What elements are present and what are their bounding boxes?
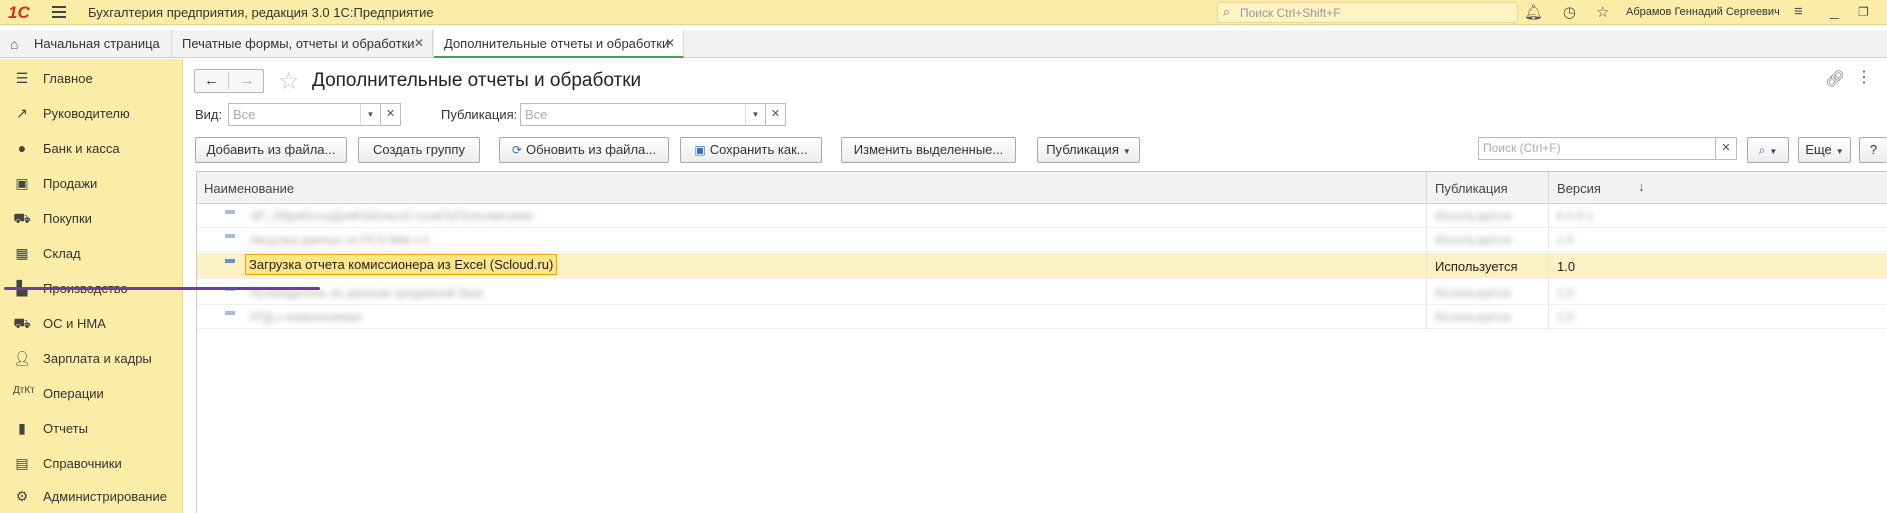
- sidebar-item-bank[interactable]: ● Банк и касса: [0, 131, 183, 166]
- back-arrow-icon[interactable]: ←: [195, 72, 229, 89]
- bell-icon[interactable]: 🔔︎: [1524, 3, 1543, 21]
- bar-chart-icon: ▮: [18, 420, 26, 436]
- search-clear-button[interactable]: ✕: [1716, 137, 1737, 160]
- gear-icon: ⚙: [15, 488, 29, 504]
- warehouse-icon: ▦: [15, 245, 29, 261]
- chevron-down-icon[interactable]: ▼: [360, 104, 380, 125]
- home-icon: ⌂: [10, 36, 19, 52]
- table-header: Наименование ↓ Публикация Версия: [197, 172, 1887, 204]
- table-row[interactable]: УПД с изменениями Используется 1.0: [197, 305, 1887, 329]
- user-name[interactable]: Абрамов Геннадий Сергеевич: [1626, 6, 1780, 18]
- list-search-input[interactable]: Поиск (Ctrl+F): [1478, 137, 1716, 160]
- settings-menu-icon[interactable]: ≡: [1794, 3, 1803, 20]
- book-icon: ▤: [15, 455, 29, 471]
- favorites-star-icon[interactable]: ☆: [1596, 3, 1609, 21]
- selected-row-name[interactable]: Загрузка отчета комиссионера из Excel (S…: [245, 254, 558, 275]
- create-group-button[interactable]: Создать группу: [358, 137, 480, 163]
- chevron-down-icon[interactable]: ▼: [745, 104, 765, 125]
- chevron-down-icon: ▼: [1769, 147, 1778, 156]
- coin-icon: ●: [17, 140, 27, 156]
- forward-arrow-icon[interactable]: →: [230, 72, 264, 89]
- global-search-input[interactable]: ⌕ Поиск Ctrl+Shift+F: [1217, 2, 1518, 23]
- nav-buttons: ← →: [194, 69, 264, 93]
- tab-print-forms[interactable]: Печатные формы, отчеты и обработки ✕: [172, 30, 433, 58]
- minimize-icon[interactable]: _: [1830, 3, 1838, 20]
- more-vertical-icon[interactable]: ⋮: [1856, 67, 1872, 87]
- sidebar-item-sales[interactable]: ▣ Продажи: [0, 166, 183, 201]
- title-bar: 1С Бухгалтерия предприятия, редакция 3.0…: [0, 0, 1887, 25]
- link-icon[interactable]: 🔗︎: [1825, 69, 1845, 89]
- truck-icon: ⛟: [13, 315, 31, 331]
- history-icon[interactable]: ◷: [1563, 3, 1576, 21]
- app-title: Бухгалтерия предприятия, редакция 3.0 1С…: [88, 5, 434, 20]
- restore-icon[interactable]: ❐: [1858, 5, 1869, 19]
- sidebar: ☰ Главное ↗ Руководителю ● Банк и касса …: [0, 59, 183, 513]
- column-publication-header[interactable]: Публикация: [1435, 181, 1508, 196]
- item-icon: [225, 210, 235, 214]
- tab-additional-reports[interactable]: Дополнительные отчеты и обработки ✕: [434, 30, 684, 58]
- sidebar-item-reports[interactable]: ▮ Отчеты: [0, 411, 183, 446]
- search-icon: ⌕: [1223, 4, 1231, 19]
- publication-clear-button[interactable]: ✕: [766, 103, 786, 126]
- add-from-file-button[interactable]: Добавить из файла...: [195, 137, 347, 163]
- help-button[interactable]: ?: [1859, 137, 1887, 163]
- item-icon: [225, 311, 235, 315]
- publication-select[interactable]: Все ▼: [520, 103, 766, 126]
- sidebar-item-directories[interactable]: ▤ Справочники: [0, 446, 183, 481]
- column-version-header[interactable]: Версия: [1557, 181, 1601, 196]
- table-row[interactable]: ЭР_ОбработкаДляРабочегоСтолаПоПолномочия…: [197, 204, 1887, 228]
- search-button[interactable]: ⌕ ▼: [1747, 137, 1789, 163]
- sidebar-item-manager[interactable]: ↗ Руководителю: [0, 96, 183, 131]
- trend-icon: ↗: [16, 105, 28, 121]
- sidebar-item-main[interactable]: ☰ Главное: [0, 61, 183, 96]
- vid-clear-button[interactable]: ✕: [381, 103, 401, 126]
- cart-icon: ⛟: [13, 210, 31, 226]
- more-button[interactable]: Еще ▼: [1798, 137, 1851, 163]
- main-content: ← → ☆ Дополнительные отчеты и обработки …: [184, 59, 1887, 513]
- search-icon: ⌕: [1758, 143, 1766, 157]
- favorite-star-icon[interactable]: ☆: [278, 67, 300, 96]
- close-icon[interactable]: ✕: [665, 36, 675, 50]
- sort-down-icon[interactable]: ↓: [1638, 179, 1645, 194]
- chevron-down-icon: ▼: [1835, 147, 1844, 156]
- sidebar-item-salary[interactable]: 👤︎ Зарплата и кадры: [0, 341, 183, 376]
- app-logo[interactable]: 1С: [8, 3, 30, 23]
- sidebar-item-purchases[interactable]: ⛟ Покупки: [0, 201, 183, 236]
- tab-home[interactable]: ⌂ Начальная страница: [0, 30, 172, 58]
- tab-bar: ⌂ Начальная страница Печатные формы, отч…: [0, 30, 1887, 58]
- save-icon: ▣: [694, 143, 706, 157]
- main-menu-icon[interactable]: [52, 6, 66, 18]
- update-from-file-button[interactable]: ⟳ Обновить из файла...: [499, 137, 669, 163]
- close-icon[interactable]: ✕: [414, 36, 424, 50]
- page-title: Дополнительные отчеты и обработки: [312, 70, 642, 91]
- sidebar-item-fixed-assets[interactable]: ⛟ ОС и НМА: [0, 306, 183, 341]
- vid-label: Вид:: [195, 107, 223, 122]
- sidebar-item-admin[interactable]: ⚙ Администрирование: [0, 479, 183, 513]
- reports-table: Наименование ↓ Публикация Версия ЭР_Обра…: [196, 171, 1887, 513]
- highlight-underline: [4, 287, 320, 290]
- person-icon: 👤︎: [13, 350, 31, 366]
- chevron-down-icon: ▼: [1122, 147, 1131, 156]
- table-row[interactable]: Загрузка данных из PCS Bills v.2 Использ…: [197, 228, 1887, 252]
- update-icon: ⟳: [511, 143, 522, 157]
- item-icon: [225, 259, 235, 263]
- sidebar-item-warehouse[interactable]: ▦ Склад: [0, 236, 183, 271]
- save-as-button[interactable]: ▣ Сохранить как...: [680, 137, 822, 163]
- table-row-selected[interactable]: Загрузка отчета комиссионера из Excel (S…: [197, 253, 1887, 279]
- dt-kt-icon: ДтКт: [13, 385, 35, 396]
- publication-label: Публикация:: [441, 107, 518, 122]
- change-selected-button[interactable]: Изменить выделенные...: [841, 137, 1016, 163]
- item-icon: [225, 234, 235, 238]
- menu-icon: ☰: [15, 70, 29, 86]
- column-name-header[interactable]: Наименование: [204, 181, 294, 196]
- sidebar-item-operations[interactable]: ДтКт Операции: [0, 376, 183, 411]
- bag-icon: ▣: [15, 175, 29, 191]
- vid-select[interactable]: Все ▼: [228, 103, 381, 126]
- table-row[interactable]: Путеводитель по данным продажной базе Ис…: [197, 281, 1887, 305]
- publication-menu-button[interactable]: Публикация ▼: [1037, 137, 1140, 163]
